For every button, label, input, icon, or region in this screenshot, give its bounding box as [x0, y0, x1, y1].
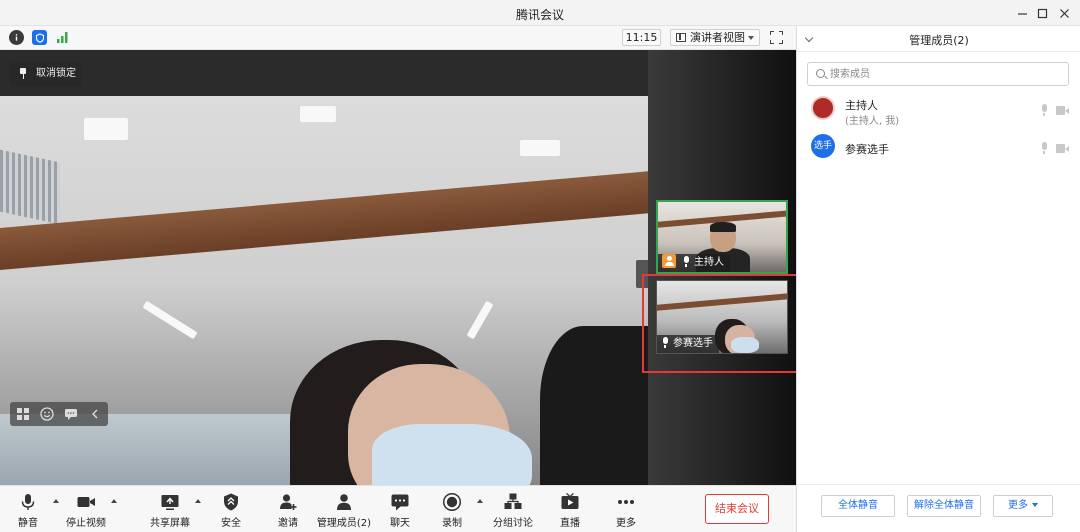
- stop-video-label: 停止视频: [66, 518, 106, 529]
- share-screen-button[interactable]: 共享屏幕: [148, 486, 192, 532]
- control-bar: 静音 停止视频 共享屏幕 安全 邀请 管理成员(2) 聊天 录制 分组讨论 直播…: [0, 485, 796, 532]
- breakout-rooms-button[interactable]: 分组讨论: [490, 486, 536, 532]
- meeting-clock: 11:15: [622, 29, 661, 46]
- thumbnail-label: 主持人: [658, 254, 730, 272]
- member-search[interactable]: [807, 62, 1069, 86]
- record-icon: [442, 492, 462, 512]
- members-panel-header: 管理成员(2): [797, 26, 1080, 52]
- host-badge-icon: [662, 254, 676, 268]
- record-label: 录制: [442, 518, 462, 529]
- share-options-caret[interactable]: [195, 499, 201, 503]
- speaker-view-icon: [676, 33, 686, 42]
- members-panel: 管理成员(2) 主持人 (主持人, 我) 选手 参赛选手 全体静音 解除全体静音…: [796, 26, 1080, 532]
- shield-icon[interactable]: [32, 30, 47, 45]
- chevron-left-icon[interactable]: [88, 407, 102, 421]
- title-bar: 腾讯会议: [0, 0, 1080, 26]
- meeting-stage: 取消锁定 主持人 参赛选手: [0, 50, 796, 485]
- search-icon: [816, 69, 825, 78]
- invite-button[interactable]: 邀请: [270, 486, 306, 532]
- share-screen-icon: [160, 492, 180, 512]
- mini-toolbar: [10, 402, 108, 426]
- mute-label: 静音: [18, 518, 38, 529]
- record-button[interactable]: 录制: [434, 486, 470, 532]
- unmute-all-button[interactable]: 解除全体静音: [907, 495, 981, 517]
- manage-members-button[interactable]: 管理成员(2): [314, 486, 374, 532]
- maximize-icon[interactable]: [1032, 3, 1052, 23]
- layout-grid-icon[interactable]: [16, 407, 30, 421]
- unlock-pin-label: 取消锁定: [36, 68, 76, 79]
- info-icon[interactable]: [9, 30, 24, 45]
- video-thumbnail-host[interactable]: 主持人: [656, 200, 788, 274]
- members-panel-title: 管理成员(2): [909, 34, 969, 47]
- shield-icon: [221, 492, 241, 512]
- avatar: 选手: [811, 134, 835, 158]
- view-mode-dropdown[interactable]: 演讲者视图: [670, 29, 760, 46]
- security-label: 安全: [221, 518, 241, 529]
- share-screen-label: 共享屏幕: [150, 518, 190, 529]
- add-user-icon: [278, 492, 298, 512]
- microphone-icon: [682, 256, 690, 267]
- microphone-icon[interactable]: [1040, 104, 1048, 116]
- emoji-icon[interactable]: [40, 407, 54, 421]
- microphone-icon[interactable]: [1040, 142, 1048, 154]
- video-camera-icon[interactable]: [1056, 106, 1070, 115]
- security-button[interactable]: 安全: [212, 486, 250, 532]
- chat-bubble-icon[interactable]: [64, 407, 78, 421]
- member-search-input[interactable]: [830, 66, 1060, 82]
- live-stream-label: 直播: [560, 518, 580, 529]
- end-meeting-button[interactable]: 结束会议: [705, 494, 769, 524]
- chat-button[interactable]: 聊天: [382, 486, 418, 532]
- more-dots-icon: [616, 492, 636, 512]
- manage-members-label: 管理成员(2): [316, 518, 372, 529]
- unlock-pin-button[interactable]: 取消锁定: [10, 62, 82, 86]
- video-options-caret[interactable]: [111, 499, 117, 503]
- live-stream-button[interactable]: 直播: [552, 486, 588, 532]
- more-label: 更多: [616, 518, 636, 529]
- members-panel-footer: 全体静音 解除全体静音 更多: [797, 484, 1080, 532]
- highlight-frame: [642, 274, 812, 373]
- mute-options-caret[interactable]: [53, 499, 59, 503]
- member-role: (主持人, 我): [845, 116, 900, 127]
- thumbnail-name: 主持人: [694, 257, 724, 268]
- close-icon[interactable]: [1054, 3, 1074, 23]
- record-options-caret[interactable]: [477, 499, 483, 503]
- chevron-down-icon: [1032, 503, 1038, 507]
- breakout-rooms-icon: [503, 492, 523, 512]
- chat-bubble-icon: [390, 492, 410, 512]
- video-camera-icon: [76, 492, 96, 512]
- more-button[interactable]: 更多: [608, 486, 644, 532]
- invite-label: 邀请: [278, 518, 298, 529]
- mute-all-button[interactable]: 全体静音: [821, 495, 895, 517]
- window-title: 腾讯会议: [515, 8, 564, 22]
- panel-more-label: 更多: [1008, 500, 1028, 511]
- members-icon: [334, 492, 354, 512]
- minimize-icon[interactable]: [1012, 3, 1032, 23]
- video-camera-icon[interactable]: [1056, 144, 1070, 153]
- chat-label: 聊天: [390, 518, 410, 529]
- meeting-toolbar: 11:15 演讲者视图: [0, 26, 796, 50]
- panel-more-button[interactable]: 更多: [993, 495, 1053, 517]
- live-stream-icon: [560, 492, 580, 512]
- view-mode-label: 演讲者视图: [690, 31, 745, 44]
- member-name: 参赛选手: [845, 143, 889, 156]
- member-name: 主持人: [845, 99, 878, 112]
- avatar: [811, 96, 835, 120]
- mute-button[interactable]: 静音: [10, 486, 46, 532]
- pin-icon: [19, 68, 27, 79]
- stop-video-button[interactable]: 停止视频: [62, 486, 110, 532]
- member-row-host[interactable]: 主持人 (主持人, 我): [797, 92, 1080, 127]
- microphone-icon: [18, 492, 38, 512]
- chevron-down-icon: [748, 36, 754, 40]
- main-video[interactable]: [0, 96, 648, 485]
- breakout-rooms-label: 分组讨论: [493, 518, 533, 529]
- signal-icon[interactable]: [56, 31, 70, 44]
- fullscreen-icon[interactable]: [770, 31, 783, 44]
- member-row-guest[interactable]: 选手 参赛选手: [797, 130, 1080, 164]
